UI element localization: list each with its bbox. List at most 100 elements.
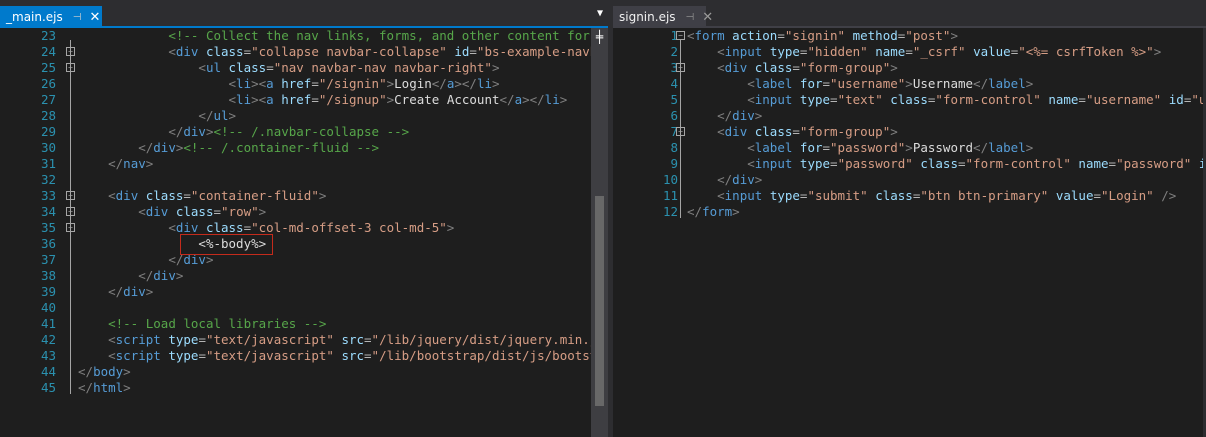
code-token: "hidden" [807, 44, 868, 59]
code-token: name [1078, 156, 1109, 171]
tab-signin-ejs[interactable]: signin.ejs ⊣ ✕ [613, 6, 713, 28]
code-token: <!-- /.navbar-collapse --> [213, 124, 410, 139]
code-line[interactable]: 25− <ul class="nav navbar-nav navbar-rig… [0, 60, 608, 76]
code-line[interactable]: 23 <!-- Collect the nav links, forms, an… [0, 28, 608, 44]
code-token: type [799, 156, 831, 171]
code-line[interactable]: 35− <div class="col-md-offset-3 col-md-5… [0, 220, 608, 236]
code-line[interactable]: 40 [0, 300, 608, 316]
code-token: input [724, 44, 763, 59]
collapse-region-icon[interactable]: − [676, 31, 685, 40]
code-token: li [236, 92, 252, 107]
code-line[interactable]: 8 <label for="password">Password</label> [613, 140, 1206, 156]
code-line[interactable]: 9 <input type="password" class="form-con… [613, 156, 1206, 172]
line-number: 29 [40, 124, 56, 139]
code-line[interactable]: 12 </form> [613, 204, 1206, 220]
code-token: </ [78, 380, 94, 395]
code-line[interactable]: 41 <!-- Load local libraries --> [0, 316, 608, 332]
code-token: < [168, 220, 176, 235]
code-token: "post" [905, 28, 951, 43]
pin-icon[interactable]: ⊣ [73, 12, 82, 23]
code-editor-signin-ejs[interactable]: 1− <form action="signin" method="post"> 2 … [613, 28, 1206, 437]
code-line[interactable]: 36 <%-body%> [0, 236, 608, 252]
code-line[interactable]: 42 <script type="text/javascript" src="/… [0, 332, 608, 348]
code-token: div [123, 284, 146, 299]
code-line[interactable]: 43 <script type="text/javascript" src="/… [0, 348, 608, 364]
code-token: "submit" [807, 188, 868, 203]
code-line[interactable]: 11 <input type="submit" class="btn btn-p… [613, 188, 1206, 204]
right-editor-pane[interactable]: signin.ejs ⊣ ✕ 1− <form action="signin" m… [613, 0, 1206, 437]
code-line[interactable]: 5 <input type="text" class="form-control… [613, 92, 1206, 108]
vertical-scrollbar[interactable]: ╪ [591, 28, 608, 437]
code-token: div [732, 172, 755, 187]
code-token: "/signin" [318, 76, 387, 91]
code-line[interactable]: 27 <li><a href="/signup">Create Account<… [0, 92, 608, 108]
line-number: 41 [40, 316, 56, 331]
code-line[interactable]: 45 </html> [0, 380, 608, 396]
code-text: </div> [78, 268, 183, 284]
code-editor-main-ejs[interactable]: 23 <!-- Collect the nav links, forms, an… [0, 28, 608, 437]
code-token: > [492, 76, 500, 91]
code-line[interactable]: 33− <div class="container-fluid"> [0, 188, 608, 204]
code-text: </body> [78, 364, 131, 380]
code-line[interactable]: 3− <div class="form-group"> [613, 60, 1206, 76]
code-line[interactable]: 1− <form action="signin" method="post"> [613, 28, 1206, 44]
code-token: = [364, 332, 372, 347]
tab-list-dropdown-icon[interactable]: ▼ [597, 8, 603, 19]
code-line[interactable]: 24− <div class="collapse navbar-collapse… [0, 44, 608, 60]
close-icon[interactable]: ✕ [89, 10, 100, 25]
code-token: "bs-example-navbar-c [476, 44, 608, 59]
code-token: = [1078, 92, 1086, 107]
code-line[interactable]: 28 </ul> [0, 108, 608, 124]
code-line[interactable]: 32 [0, 172, 608, 188]
left-editor-pane[interactable]: _main.ejs ⊣ ✕ ▼ 23 <!-- Collect the nav … [0, 0, 608, 437]
split-window-icon[interactable]: ╪ [594, 31, 605, 43]
line-number: 44 [40, 364, 56, 379]
code-text: <div class="row"> [78, 204, 266, 220]
code-token: "password" [1116, 156, 1192, 171]
code-line[interactable]: 34− <div class="row"> [0, 204, 608, 220]
code-line[interactable]: 39 </div> [0, 284, 608, 300]
pin-icon[interactable]: ⊣ [686, 12, 695, 23]
line-number: 8 [670, 140, 678, 155]
code-text: <!-- Load local libraries --> [78, 316, 326, 332]
code-token: < [168, 44, 176, 59]
code-token: "/lib/jquery/dist/jquery.min.js" [371, 332, 608, 347]
code-token: div [153, 268, 176, 283]
code-line[interactable]: 30 </div><!-- /.container-fluid --> [0, 140, 608, 156]
code-line[interactable]: 37 </div> [0, 252, 608, 268]
code-line[interactable]: 4 <label for="username">Username</label> [613, 76, 1206, 92]
code-token: div [153, 140, 176, 155]
code-line[interactable]: 38 </div> [0, 268, 608, 284]
line-number: 35 [40, 220, 56, 235]
code-line[interactable]: 6 </div> [613, 108, 1206, 124]
code-line[interactable]: 31 </nav> [0, 156, 608, 172]
code-line[interactable]: 7− <div class="form-group"> [613, 124, 1206, 140]
code-line[interactable]: 44 </body> [0, 364, 608, 380]
tab-main-ejs[interactable]: _main.ejs ⊣ ✕ [0, 6, 102, 28]
code-token: src [341, 332, 365, 347]
code-text: </nav> [78, 156, 153, 172]
code-line[interactable]: 2 <input type="hidden" name="_csrf" valu… [613, 44, 1206, 60]
code-line[interactable]: 10 </div> [613, 172, 1206, 188]
close-icon[interactable]: ✕ [702, 10, 713, 25]
code-token: > [258, 204, 267, 219]
code-token: /> [1161, 188, 1177, 203]
code-line[interactable]: 29 </div><!-- /.navbar-collapse --> [0, 124, 608, 140]
scrollbar-thumb[interactable] [595, 196, 604, 406]
code-token: > [890, 124, 898, 139]
code-token: > [754, 108, 763, 123]
code-line[interactable]: 26 <li><a href="/signin">Login</a></li> [0, 76, 608, 92]
code-token: "password" [830, 140, 906, 155]
line-number: 25 [40, 60, 56, 75]
